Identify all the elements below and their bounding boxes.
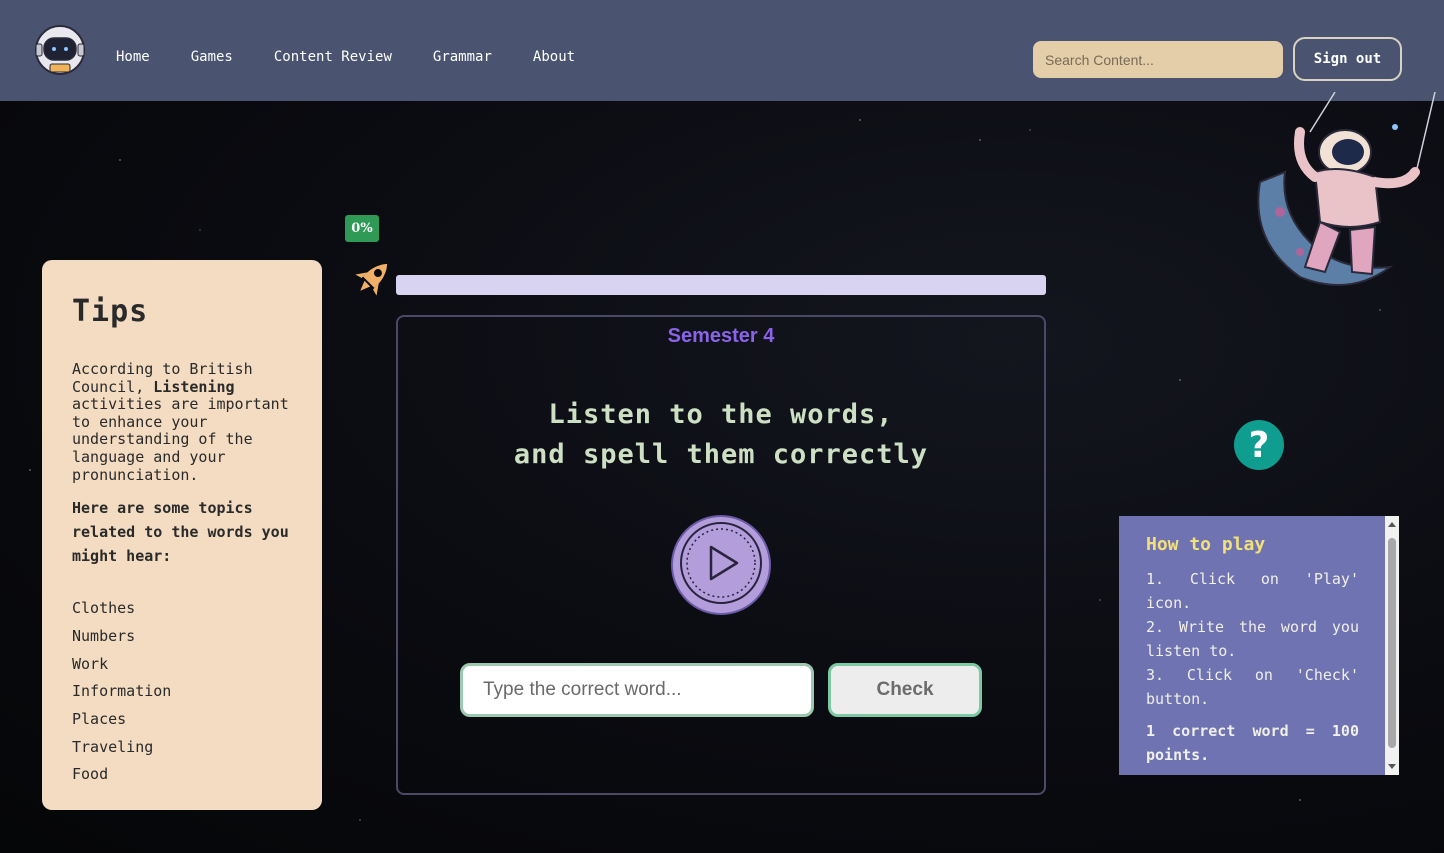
nav-link-grammar[interactable]: Grammar <box>433 49 492 65</box>
instruction-line-1: Listen to the words, <box>548 399 894 430</box>
how-to-step: 1. Click on 'Play' icon. <box>1146 570 1359 612</box>
help-button[interactable]: ? <box>1234 420 1284 470</box>
scoring-note: 1 correct word = 100 points. <box>1146 722 1359 764</box>
progress-bar <box>396 275 1046 295</box>
game-panel: Semester 4 Listen to the words, and spel… <box>396 315 1046 795</box>
how-to-step: 3. Click on 'Check' button. <box>1146 666 1359 708</box>
topic-item: Food <box>72 765 109 784</box>
search-input[interactable] <box>1033 41 1283 78</box>
sign-out-button[interactable]: Sign out <box>1293 37 1402 81</box>
instruction-line-2: and spell them correctly <box>513 439 929 470</box>
nav-link-home[interactable]: Home <box>116 49 150 65</box>
topic-item: Work <box>72 654 109 673</box>
play-audio-button[interactable] <box>670 512 772 616</box>
how-to-play-panel: How to play 1. Click on 'Play' icon. 2. … <box>1119 516 1399 775</box>
astronaut-logo-icon[interactable] <box>34 24 86 76</box>
topic-item: Places <box>72 709 127 728</box>
tips-intro: According to British Council, Listening … <box>72 360 292 484</box>
rocket-icon <box>355 263 388 296</box>
tips-intro-bold: Listening <box>153 377 235 396</box>
how-to-play-title: How to play <box>1146 534 1266 555</box>
scroll-up-arrow-icon[interactable] <box>1388 522 1396 527</box>
nav-link-about[interactable]: About <box>533 49 575 65</box>
topic-item: Information <box>72 682 172 701</box>
nav-link-games[interactable]: Games <box>191 49 233 65</box>
topic-item: Clothes <box>72 599 136 618</box>
topic-item: Traveling <box>72 737 154 756</box>
scrollbar-thumb[interactable] <box>1388 538 1396 748</box>
how-to-step: 2. Write the word you listen to. <box>1146 618 1359 660</box>
topic-item: Numbers <box>72 626 136 645</box>
tips-intro-suffix: activities are important to enhance your… <box>72 395 289 484</box>
how-to-play-scrollbar[interactable] <box>1385 516 1399 775</box>
question-icon: ? <box>1248 424 1270 466</box>
semester-label: Semester 4 <box>667 325 775 347</box>
tips-panel: Tips According to British Council, Liste… <box>42 260 322 810</box>
tips-title: Tips <box>72 294 149 329</box>
tips-subheading: Here are some topics related to the word… <box>72 499 289 566</box>
game-instructions: Listen to the words, and spell them corr… <box>398 395 1044 475</box>
astronaut-on-moon-illustration <box>1257 92 1436 286</box>
check-button[interactable]: Check <box>828 663 982 717</box>
answer-input[interactable] <box>460 663 814 717</box>
progress-percent-badge: 0% <box>345 215 379 242</box>
nav-links: Home Games Content Review Grammar About <box>116 49 616 65</box>
navbar: Home Games Content Review Grammar About … <box>0 0 1444 101</box>
topics-list: Clothes Numbers Work Information Places … <box>72 595 292 789</box>
scroll-down-arrow-icon[interactable] <box>1388 764 1396 769</box>
nav-link-content-review[interactable]: Content Review <box>274 49 392 65</box>
